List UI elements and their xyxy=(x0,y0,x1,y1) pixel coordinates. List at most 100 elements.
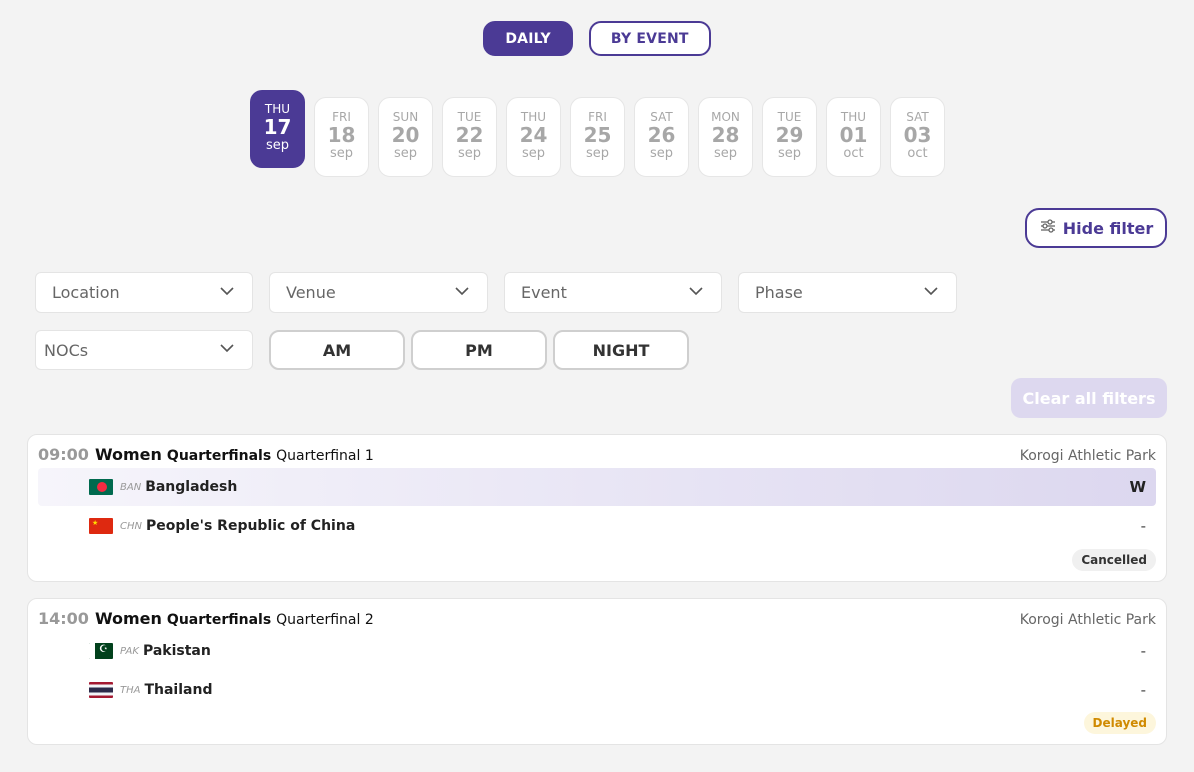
event-select-label: Event xyxy=(521,283,567,302)
location-select[interactable]: Location xyxy=(35,272,253,313)
match-unit: Quarterfinal 2 xyxy=(276,612,374,628)
date-day: 25 xyxy=(583,123,612,147)
date-dow: THU xyxy=(264,102,291,116)
country-name: Pakistan xyxy=(142,643,211,659)
chevron-down-icon xyxy=(218,282,236,304)
status-badge: Delayed xyxy=(1083,712,1156,734)
venue-select[interactable]: Venue xyxy=(269,272,488,313)
date-day: 20 xyxy=(391,123,420,147)
date-dow: THU xyxy=(520,110,547,124)
date-strip: THU 17 sep FRI 18 sep SUN 20 sep TUE 22 … xyxy=(250,90,945,177)
date-dow: SAT xyxy=(906,110,929,124)
competitor-row: BAN Bangladesh W xyxy=(38,468,1156,506)
date-dow: TUE xyxy=(777,110,802,124)
date-dow: TUE xyxy=(457,110,482,124)
night-chip[interactable]: NIGHT xyxy=(553,330,689,370)
date-day: 22 xyxy=(455,123,484,147)
date-day: 26 xyxy=(647,123,676,147)
by-event-button[interactable]: BY EVENT xyxy=(588,21,711,56)
date-item[interactable]: TUE 22 sep xyxy=(442,97,497,177)
date-dow: FRI xyxy=(332,110,351,124)
chevron-down-icon xyxy=(687,282,705,304)
date-dow: SUN xyxy=(392,110,419,124)
match-venue: Korogi Athletic Park xyxy=(1019,612,1156,628)
view-toggle: DAILY BY EVENT xyxy=(0,21,1194,56)
date-item[interactable]: SAT 26 sep xyxy=(634,97,689,177)
date-dow: MON xyxy=(711,110,740,124)
date-item[interactable]: THU 01 oct xyxy=(826,97,881,177)
competitor-result: - xyxy=(1140,517,1146,535)
date-day: 24 xyxy=(519,123,548,147)
match-header: 14:00 Women Quarterfinals Quarterfinal 2… xyxy=(38,609,1156,631)
competitor-result: W xyxy=(1129,478,1146,496)
match-unit: Quarterfinal 1 xyxy=(276,448,374,464)
match-gender: Women xyxy=(94,445,162,464)
pakistan-flag-icon: ☪ xyxy=(89,643,113,659)
competitor-row: ★ CHN People's Republic of China - xyxy=(38,507,1156,545)
date-dow: THU xyxy=(840,110,867,124)
status-badge: Cancelled xyxy=(1072,549,1156,571)
date-month: sep xyxy=(713,146,738,161)
date-month: sep xyxy=(585,146,610,161)
date-day: 17 xyxy=(263,115,292,139)
match-card[interactable]: 09:00 Women Quarterfinals Quarterfinal 1… xyxy=(27,434,1167,582)
date-item[interactable]: FRI 18 sep xyxy=(314,97,369,177)
china-flag-icon: ★ xyxy=(89,518,113,534)
hide-filter-label: Hide filter xyxy=(1062,218,1154,238)
daily-button[interactable]: DAILY xyxy=(483,21,573,56)
noc-code: PAK xyxy=(120,645,139,657)
date-month: oct xyxy=(907,146,928,161)
date-item[interactable]: MON 28 sep xyxy=(698,97,753,177)
chevron-down-icon xyxy=(922,282,940,304)
clear-all-filters-button[interactable]: Clear all filters xyxy=(1011,378,1167,418)
am-chip[interactable]: AM xyxy=(269,330,405,370)
date-month: sep xyxy=(521,146,546,161)
competitor-result: - xyxy=(1140,681,1146,699)
date-item[interactable]: THU 24 sep xyxy=(506,97,561,177)
country-name: Bangladesh xyxy=(145,479,238,495)
noc-code: BAN xyxy=(120,481,142,493)
date-day: 03 xyxy=(903,123,932,147)
date-month: oct xyxy=(843,146,864,161)
date-month: sep xyxy=(265,138,290,153)
match-header: 09:00 Women Quarterfinals Quarterfinal 1… xyxy=(38,445,1156,467)
filter-sliders-icon xyxy=(1039,217,1057,239)
date-day: 01 xyxy=(839,123,868,147)
nocs-select-label: NOCs xyxy=(44,340,89,360)
date-item[interactable]: SAT 03 oct xyxy=(890,97,945,177)
noc-code: THA xyxy=(120,684,141,696)
date-item[interactable]: SUN 20 sep xyxy=(378,97,433,177)
date-day: 29 xyxy=(775,123,804,147)
date-month: sep xyxy=(393,146,418,161)
country-name: People's Republic of China xyxy=(145,518,356,534)
date-month: sep xyxy=(329,146,354,161)
phase-select-label: Phase xyxy=(755,283,803,302)
pm-chip[interactable]: PM xyxy=(411,330,547,370)
match-venue: Korogi Athletic Park xyxy=(1019,448,1156,464)
match-card[interactable]: 14:00 Women Quarterfinals Quarterfinal 2… xyxy=(27,598,1167,745)
competitor-row: ☪ PAK Pakistan - xyxy=(38,632,1156,670)
date-month: sep xyxy=(777,146,802,161)
date-item[interactable]: TUE 29 sep xyxy=(762,97,817,177)
chevron-down-icon xyxy=(218,339,236,361)
match-gender: Women xyxy=(94,609,162,628)
date-dow: FRI xyxy=(588,110,607,124)
date-day: 28 xyxy=(711,123,740,147)
competitor-row: THA Thailand - xyxy=(38,671,1156,709)
date-item[interactable]: FRI 25 sep xyxy=(570,97,625,177)
chevron-down-icon xyxy=(453,282,471,304)
phase-select[interactable]: Phase xyxy=(738,272,957,313)
match-time: 09:00 xyxy=(38,445,89,464)
country-name: Thailand xyxy=(144,682,213,698)
nocs-select[interactable]: NOCs xyxy=(35,330,253,370)
thailand-flag-icon xyxy=(89,682,113,698)
noc-code: CHN xyxy=(120,520,142,532)
event-select[interactable]: Event xyxy=(504,272,722,313)
date-dow: SAT xyxy=(650,110,673,124)
hide-filter-button[interactable]: Hide filter xyxy=(1025,208,1167,248)
date-month: sep xyxy=(649,146,674,161)
match-time: 14:00 xyxy=(38,609,89,628)
date-item[interactable]: THU 17 sep xyxy=(250,90,305,168)
bangladesh-flag-icon xyxy=(89,479,113,495)
match-phase: Quarterfinals xyxy=(166,612,272,628)
